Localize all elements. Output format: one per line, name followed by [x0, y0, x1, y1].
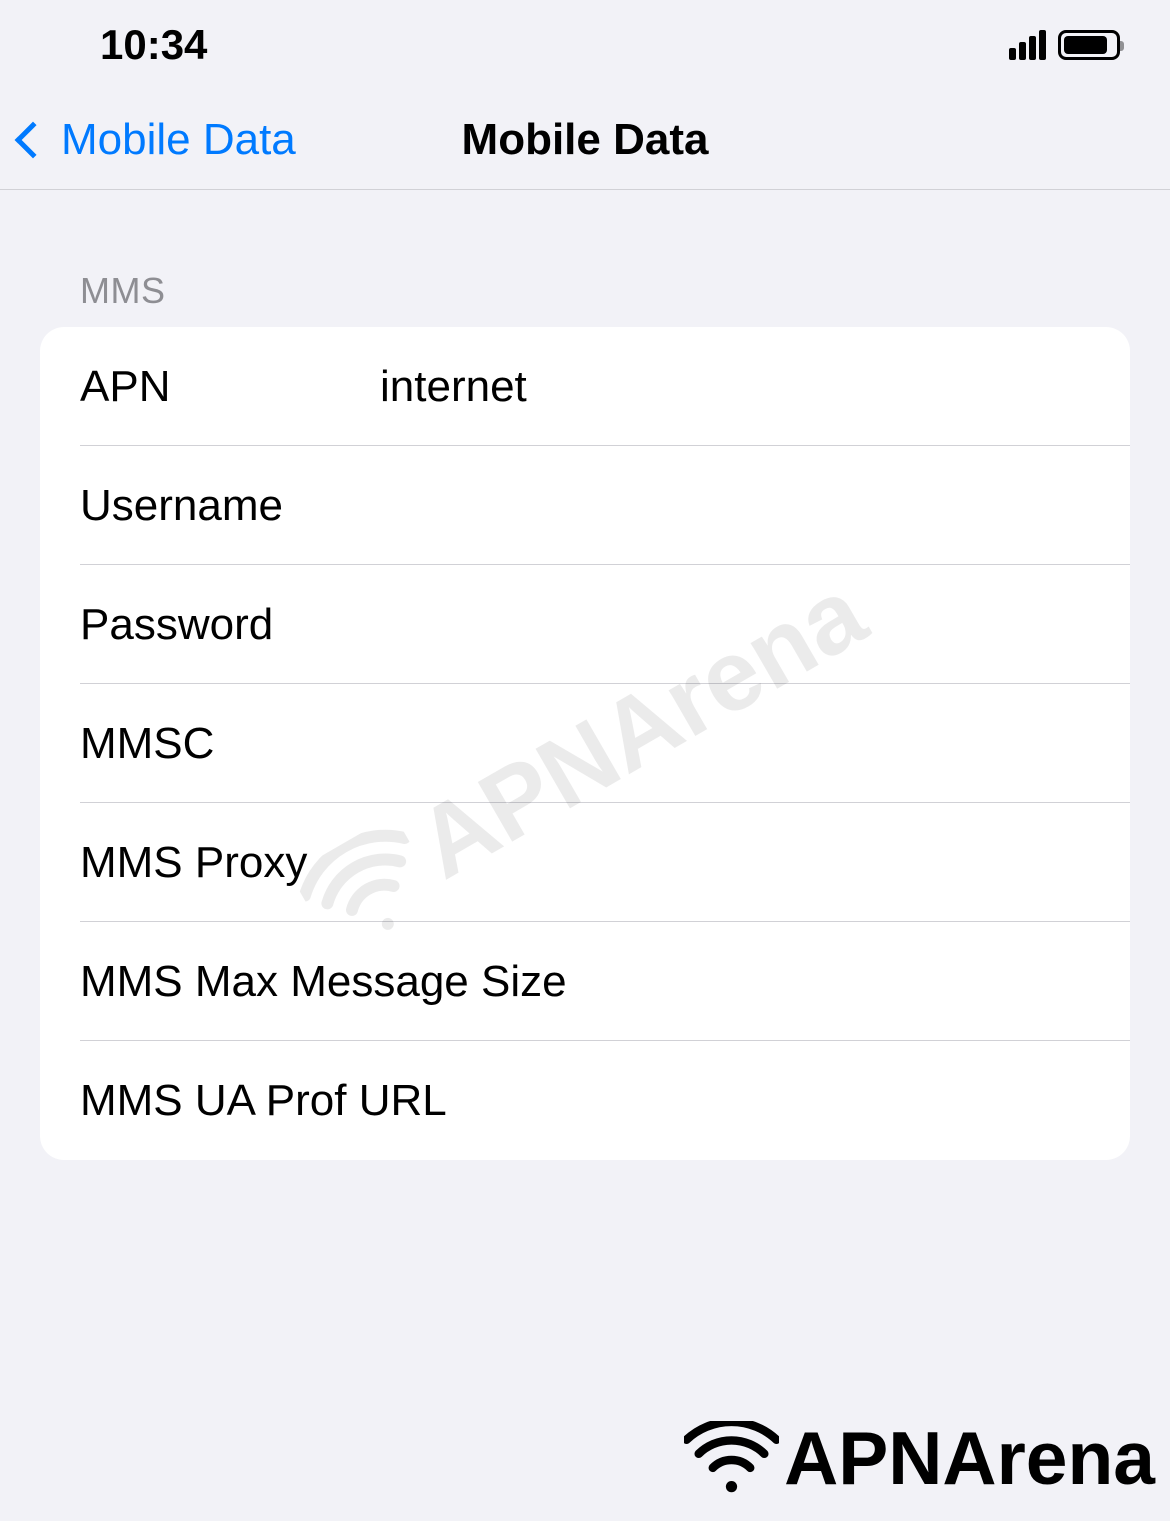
- settings-row-username[interactable]: Username: [40, 446, 1130, 565]
- username-label: Username: [80, 481, 380, 531]
- settings-row-mms-proxy[interactable]: MMS Proxy: [40, 803, 1130, 922]
- status-indicators: [1009, 30, 1120, 60]
- status-bar: 10:34: [0, 0, 1170, 90]
- password-input[interactable]: [380, 600, 1130, 650]
- brand-logo-text: APNArena: [784, 1415, 1155, 1501]
- chevron-left-icon: [15, 121, 52, 158]
- settings-row-mms-max-size[interactable]: MMS Max Message Size: [40, 922, 1130, 1041]
- mms-ua-prof-label: MMS UA Prof URL: [80, 1076, 1130, 1126]
- brand-logo: APNArena: [684, 1415, 1155, 1501]
- navigation-bar: Mobile Data Mobile Data: [0, 90, 1170, 190]
- username-input[interactable]: [380, 481, 1130, 531]
- settings-row-mms-ua-prof[interactable]: MMS UA Prof URL: [40, 1041, 1130, 1160]
- mmsc-label: MMSC: [80, 719, 380, 769]
- status-time: 10:34: [100, 21, 207, 69]
- settings-row-password[interactable]: Password: [40, 565, 1130, 684]
- apn-label: APN: [80, 362, 380, 412]
- cellular-signal-icon: [1009, 30, 1046, 60]
- content-area: MMS APN Username Password MMSC MMS Proxy: [0, 190, 1170, 1160]
- section-header-mms: MMS: [40, 190, 1130, 327]
- settings-row-mmsc[interactable]: MMSC: [40, 684, 1130, 803]
- settings-group-mms: APN Username Password MMSC MMS Proxy MMS…: [40, 327, 1130, 1160]
- apn-input[interactable]: [380, 362, 1130, 412]
- page-title: Mobile Data: [462, 115, 709, 165]
- battery-icon: [1058, 30, 1120, 60]
- mmsc-input[interactable]: [380, 719, 1130, 769]
- password-label: Password: [80, 600, 380, 650]
- mms-proxy-input[interactable]: [380, 838, 1130, 888]
- mms-proxy-label: MMS Proxy: [80, 838, 380, 888]
- mms-max-size-label: MMS Max Message Size: [80, 957, 1130, 1007]
- back-button[interactable]: Mobile Data: [0, 115, 296, 165]
- back-button-label: Mobile Data: [61, 115, 296, 165]
- settings-row-apn[interactable]: APN: [40, 327, 1130, 446]
- wifi-icon: [684, 1421, 779, 1496]
